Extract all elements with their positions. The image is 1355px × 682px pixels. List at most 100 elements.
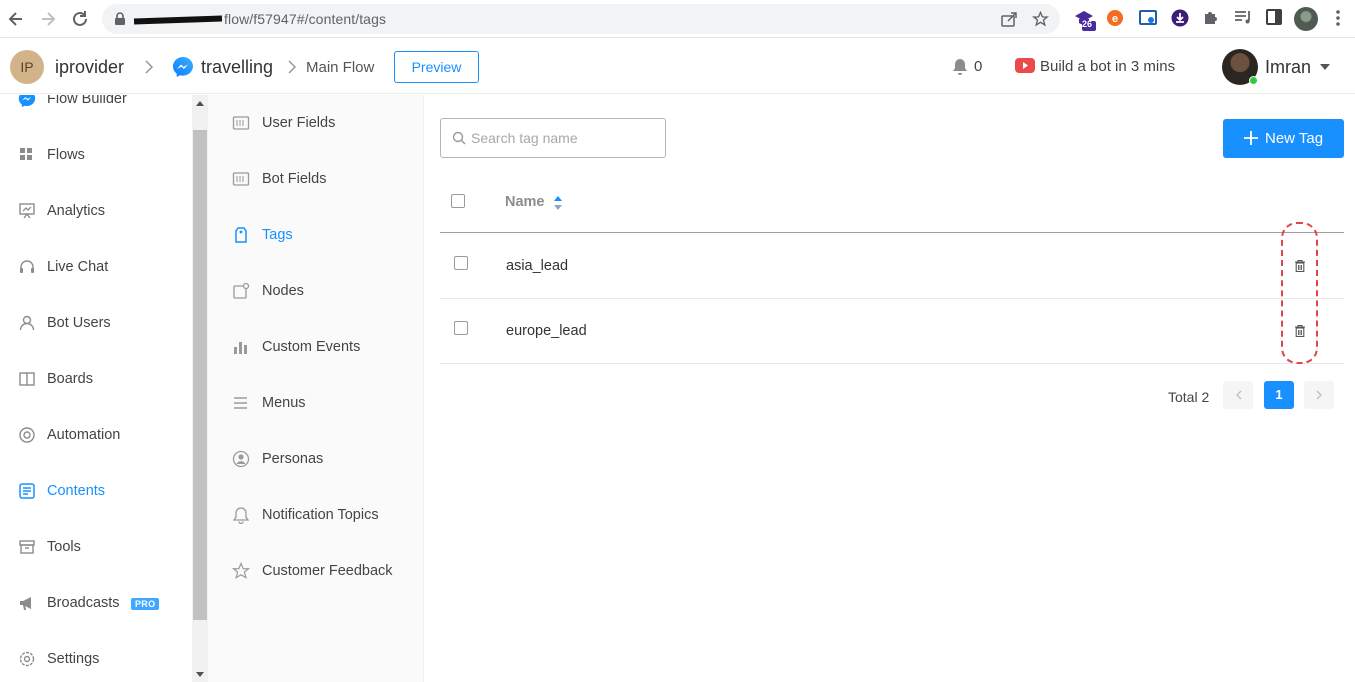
sidebar-item-label: Contents [47,483,106,499]
contents-icon [18,482,36,500]
submenu-item-user-fields[interactable]: User Fields [208,103,424,143]
sidebar-item-label: Bot Users [47,315,111,331]
prev-page-button[interactable] [1223,381,1253,409]
select-all-checkbox[interactable] [451,194,465,208]
messenger-icon [18,95,36,108]
address-bar[interactable]: flow/f57947#/content/tags [102,4,1060,34]
user-icon [18,314,36,332]
sidebar-item-flows[interactable]: Flows [0,135,190,175]
forward-arrow-icon[interactable] [38,9,58,29]
star-icon [232,562,250,580]
tags-main-panel: New Tag Name asia_lead europe_lead Tot [425,95,1355,682]
submenu-item-bot-fields[interactable]: Bot Fields [208,159,424,199]
submenu-item-label: Bot Fields [262,171,327,187]
submenu-item-label: Menus [262,395,306,411]
headset-icon [18,258,36,276]
share-icon[interactable] [1000,11,1018,27]
sidebar-item-settings[interactable]: Settings [0,639,190,679]
sidebar-item-label: Boards [47,371,93,387]
back-arrow-icon[interactable] [6,9,26,29]
presentation-chart-icon [18,202,36,220]
url-text: flow/f57947#/content/tags [133,11,386,27]
submenu-item-notification-topics[interactable]: Notification Topics [208,495,424,535]
flow-name[interactable]: Main Flow [306,59,374,76]
puzzle-extensions-icon[interactable] [1203,9,1223,29]
page-button[interactable]: 1 [1264,381,1294,409]
sidebar-item-automation[interactable]: Automation [0,415,190,455]
sidebar-item-label: Automation [47,427,121,443]
notification-count: 0 [974,58,983,75]
gear-icon [18,650,36,668]
plus-icon [1244,131,1258,145]
sidebar-item-live-chat[interactable]: Live Chat [0,247,190,287]
profile-avatar-icon[interactable] [1294,7,1318,31]
side-panel-icon[interactable] [1266,9,1286,29]
redacted-domain [133,15,223,25]
sidebar-item-bot-users[interactable]: Bot Users [0,303,190,343]
column-header-name[interactable]: Name [505,194,545,210]
board-icon [18,370,36,388]
sidebar-scrollbar[interactable] [192,95,208,682]
sort-icon[interactable] [553,196,563,210]
row-checkbox[interactable] [454,256,468,270]
bell-icon[interactable] [951,58,969,76]
sidebar-item-label: Flow Builder [47,95,127,107]
search-icon [452,131,466,145]
youtube-icon [1015,58,1035,73]
screen-capture-extension-icon[interactable] [1139,9,1159,29]
app-header: IP iprovider travelling Main Flow Previe… [0,39,1355,94]
search-input[interactable] [471,128,656,148]
user-name[interactable]: Imran [1265,57,1311,78]
sidebar-item-contents[interactable]: Contents [0,471,190,511]
scroll-up-arrow-icon[interactable] [196,100,204,106]
pagination: Total 2 1 [425,381,1355,411]
search-box[interactable] [440,118,666,158]
submenu-item-customer-feedback[interactable]: Customer Feedback [208,551,424,591]
next-page-button[interactable] [1304,381,1334,409]
scroll-down-arrow-icon[interactable] [196,672,204,678]
new-tag-button[interactable]: New Tag [1223,119,1344,158]
reading-list-icon[interactable] [1234,9,1254,29]
row-checkbox[interactable] [454,321,468,335]
org-name[interactable]: iprovider [55,57,124,78]
contents-submenu: User Fields Bot Fields Tags Nodes Custom… [208,95,424,682]
submenu-item-tags[interactable]: Tags [208,215,424,255]
sidebar-scrollbar-thumb[interactable] [193,130,207,620]
preview-button[interactable]: Preview [394,51,479,83]
tag-name: europe_lead [506,323,587,339]
submenu-item-nodes[interactable]: Nodes [208,271,424,311]
field-icon [232,170,250,188]
submenu-item-custom-events[interactable]: Custom Events [208,327,424,367]
star-bookmark-icon[interactable] [1032,11,1049,27]
sidebar-item-label: Analytics [47,203,106,219]
submenu-item-label: Tags [262,227,293,243]
org-avatar[interactable]: IP [10,50,44,84]
kebab-menu-icon[interactable] [1330,9,1350,29]
lock-icon [114,12,126,26]
download-extension-icon[interactable] [1171,9,1191,29]
sidebar-item-analytics[interactable]: Analytics [0,191,190,231]
online-status-dot [1249,76,1258,85]
graduation-cap-extension-icon[interactable]: 26 [1073,9,1096,31]
reload-icon[interactable] [70,9,90,29]
sidebar-item-flow-builder[interactable]: Flow Builder [0,95,190,119]
automation-icon [18,426,36,444]
sidebar-item-tools[interactable]: Tools [0,527,190,567]
submenu-item-menus[interactable]: Menus [208,383,424,423]
extension-badge: 26 [1082,19,1093,29]
orange-e-extension-icon[interactable]: e [1106,9,1126,29]
bot-name[interactable]: travelling [201,57,273,78]
caret-down-icon[interactable] [1320,64,1330,70]
megaphone-icon [18,594,36,612]
tag-icon [232,226,250,244]
bell-icon [232,506,250,524]
delete-column-highlight [1281,222,1318,364]
main-sidebar: Flow Builder Flows Analytics Live Chat B… [0,95,208,682]
build-bot-link[interactable]: Build a bot in 3 mins [1040,58,1175,75]
submenu-item-personas[interactable]: Personas [208,439,424,479]
field-icon [232,114,250,132]
submenu-item-label: Notification Topics [262,507,379,523]
sidebar-item-broadcasts[interactable]: Broadcasts [0,583,190,623]
sidebar-item-boards[interactable]: Boards [0,359,190,399]
node-icon [232,282,250,300]
